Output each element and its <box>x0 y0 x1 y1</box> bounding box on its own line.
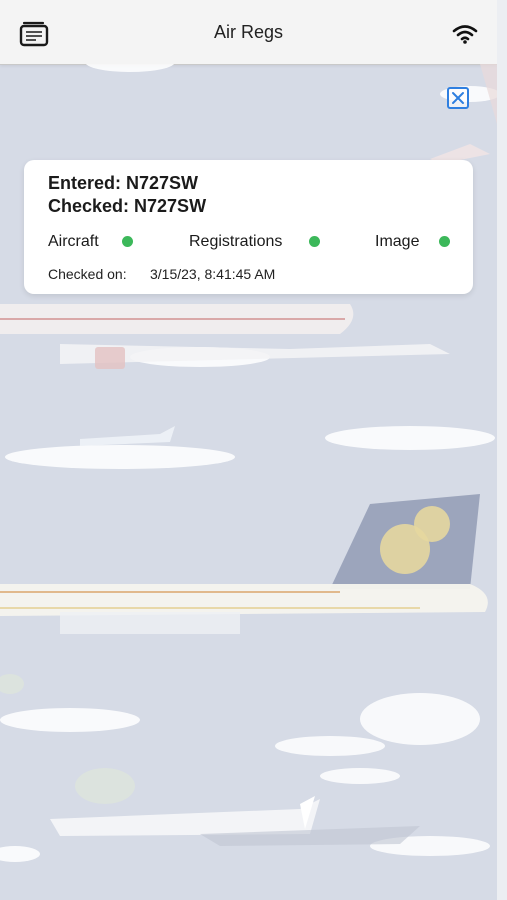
status-dot-image <box>439 236 450 247</box>
wifi-icon <box>452 25 478 44</box>
scroll-edge <box>497 0 507 900</box>
checked-registration: Checked: N727SW <box>48 196 207 216</box>
status-label-image: Image <box>375 233 420 250</box>
status-dot-aircraft <box>122 236 133 247</box>
checked-on-label: Checked on: <box>48 266 127 282</box>
nav-bar: Air Regs <box>0 0 497 65</box>
status-label-registrations: Registrations <box>189 233 283 250</box>
status-label-aircraft: Aircraft <box>48 233 99 250</box>
registration-result-card: Entered: N727SW Checked: N727SW Aircraft… <box>24 160 473 294</box>
close-icon <box>452 92 464 104</box>
page-title: Air Regs <box>213 22 284 42</box>
close-button[interactable] <box>447 87 469 109</box>
status-dot-registrations <box>309 236 320 247</box>
entered-registration: Entered: N727SW <box>48 173 199 193</box>
checked-on-value: 3/15/23, 8:41:45 AM <box>150 266 276 282</box>
